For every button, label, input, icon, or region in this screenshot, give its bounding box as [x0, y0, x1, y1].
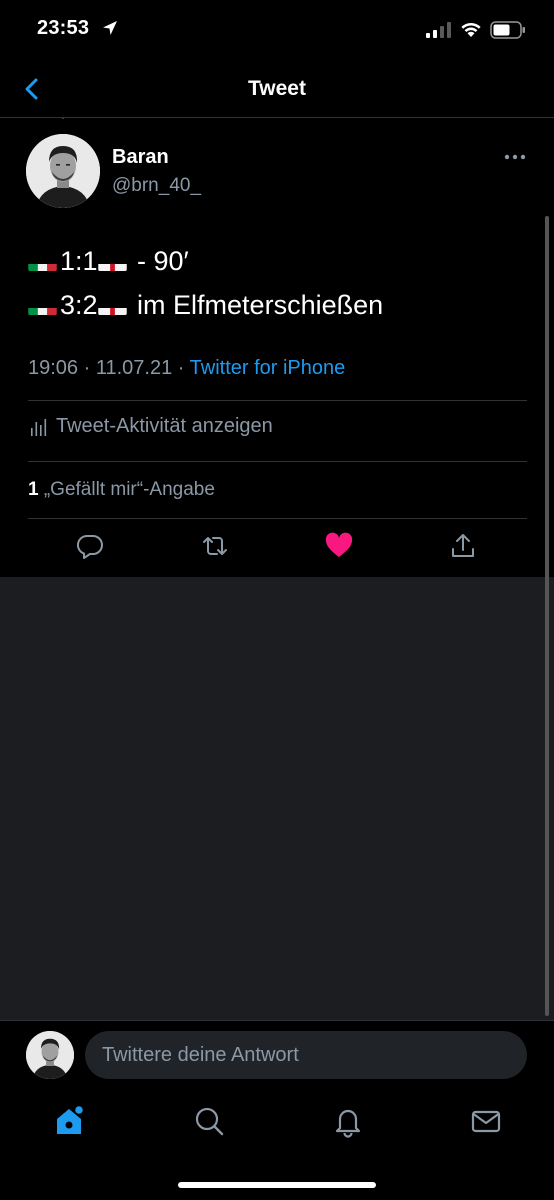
divider — [28, 461, 527, 462]
score-text: 1:1 — [60, 246, 98, 276]
like-count: 1 — [28, 479, 39, 500]
tweet-meta: 19:06 · 11.07.21 · Twitter for iPhone — [28, 357, 346, 379]
score-text: 3:2 — [60, 290, 98, 320]
tweet-text: 1:1 - 90′ 3:2 im Elfmeterschießen — [28, 239, 383, 327]
user-avatar[interactable] — [26, 1031, 74, 1079]
tweet-activity-button[interactable]: Tweet-Aktivität anzeigen — [28, 415, 273, 438]
retweet-icon[interactable] — [200, 531, 230, 561]
scrollbar[interactable] — [545, 216, 549, 1016]
reply-input[interactable] — [85, 1031, 527, 1079]
author-name[interactable]: Baran — [112, 146, 169, 169]
england-flag-icon — [97, 252, 127, 271]
navigation-bar: Tweet — [0, 60, 554, 118]
home-icon[interactable] — [52, 1104, 86, 1138]
status-bar: 23:53 — [0, 0, 554, 60]
reply-icon[interactable] — [75, 531, 105, 561]
home-indicator — [178, 1182, 376, 1188]
tweet-actions — [0, 531, 554, 571]
signal-icon — [426, 22, 451, 38]
divider — [28, 400, 527, 401]
empty-replies-area — [0, 577, 554, 1020]
tweet-activity-label: Tweet-Aktivität anzeigen — [56, 415, 273, 437]
share-icon[interactable] — [448, 531, 478, 561]
search-icon[interactable] — [192, 1104, 226, 1138]
likes-count[interactable]: 1 „Gefällt mir“-Angabe — [28, 479, 215, 501]
wifi-icon — [461, 22, 481, 37]
author-avatar[interactable] — [26, 134, 100, 208]
tweet-source-link[interactable]: Twitter for iPhone — [190, 357, 346, 379]
line-suffix: - 90′ — [129, 246, 189, 276]
author-handle[interactable]: @brn_40_ — [112, 175, 201, 197]
notifications-icon[interactable] — [331, 1104, 365, 1138]
messages-icon[interactable] — [469, 1104, 503, 1138]
tweet-date: 11.07.21 — [95, 357, 173, 379]
reply-bar — [0, 1020, 554, 1088]
more-options-icon[interactable] — [502, 147, 528, 167]
like-icon[interactable] — [324, 531, 354, 561]
status-time: 23:53 — [37, 17, 90, 39]
location-arrow-icon — [103, 21, 117, 35]
tweet-line: 3:2 im Elfmeterschießen — [28, 283, 383, 327]
like-label: „Gefällt mir“-Angabe — [43, 479, 215, 500]
italy-flag-icon — [28, 296, 57, 315]
england-flag-icon — [97, 296, 127, 315]
battery-icon — [490, 21, 525, 39]
tweet-detail: Baran @brn_40_ 1:1 - 90′ 3:2 im Elfmeter… — [0, 119, 554, 577]
line-suffix: im Elfmeterschießen — [129, 290, 384, 320]
tweet-line: 1:1 - 90′ — [28, 239, 383, 283]
analytics-icon — [31, 418, 47, 436]
tweet-time: 19:06 — [28, 357, 79, 379]
divider — [28, 518, 527, 519]
page-title: Tweet — [248, 77, 306, 100]
italy-flag-icon — [28, 252, 57, 271]
